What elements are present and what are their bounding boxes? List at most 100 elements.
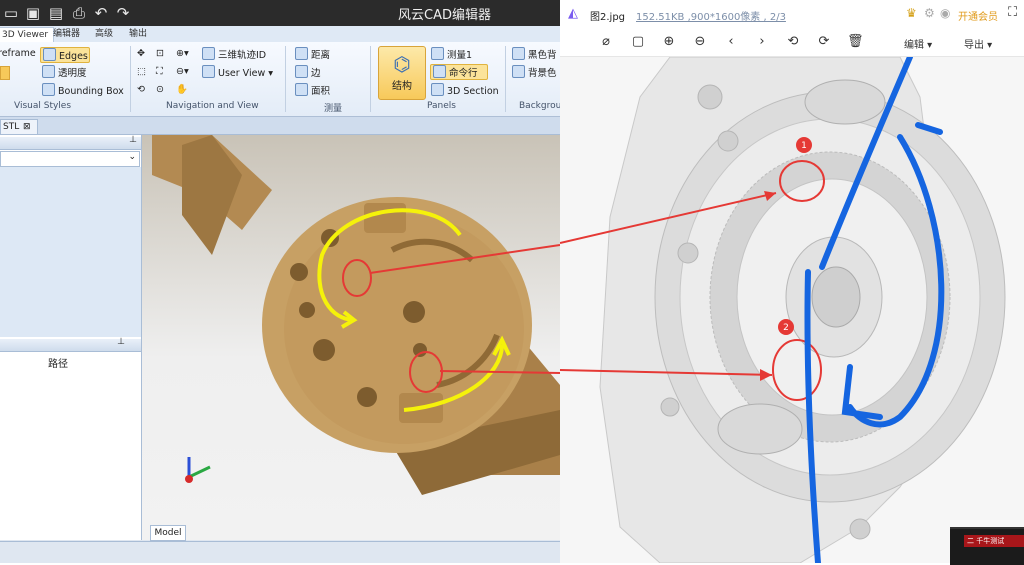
edges-icon xyxy=(43,48,56,61)
mouse-mode-icon[interactable]: ⌀ xyxy=(598,34,614,50)
tab-advanced[interactable]: 高级 xyxy=(90,27,118,41)
3d-section-label: 3D Section xyxy=(447,86,499,97)
zoom-in-dropdown[interactable]: ⊕▾ xyxy=(176,47,189,61)
orbit-label: 三维轨迹ID xyxy=(218,50,267,61)
distance-button[interactable]: 距离 xyxy=(295,47,330,63)
model-tab[interactable]: Model xyxy=(150,525,186,541)
edit-button[interactable]: 编辑 ▾ xyxy=(904,36,932,51)
save-as-icon[interactable]: ▤ xyxy=(47,4,65,22)
actual-size-icon[interactable]: ▢ xyxy=(630,34,646,50)
zoom-previous-icon[interactable]: ⊙ xyxy=(156,83,164,97)
transparency-button[interactable]: 透明度 xyxy=(42,65,87,81)
wireframe-button[interactable]: reframe xyxy=(0,47,36,61)
area-button[interactable]: 面积 xyxy=(295,83,330,99)
measure1-icon xyxy=(431,47,444,60)
3d-section-button[interactable]: 3D Section xyxy=(431,83,499,99)
ribbon-separator xyxy=(130,46,131,112)
open-vip-link[interactable]: 开通会员 xyxy=(958,8,998,23)
edges-label: Edges xyxy=(43,48,88,64)
properties-panel-header: ⊥ xyxy=(0,135,141,150)
transparency-label: 透明度 xyxy=(58,68,87,79)
export-button[interactable]: 导出 ▾ xyxy=(964,36,992,51)
transparency-icon xyxy=(42,65,55,78)
stl-tab-label: STL xyxy=(3,122,20,132)
rotate-right-icon[interactable]: ⟳ xyxy=(816,34,832,50)
black-background-button[interactable]: 黑色背 xyxy=(512,47,557,63)
group-label-measure: 测量 xyxy=(324,104,343,114)
ribbon-separator xyxy=(285,46,286,112)
pin-icon[interactable]: ⊥ xyxy=(117,337,125,347)
status-bar xyxy=(0,541,560,563)
vip-crown-icon: ♛ xyxy=(906,6,917,20)
cad-app-window: ▭ ▣ ▤ ⎙ ↶ ↷ 风云CAD编辑器 3D Viewer 编辑器 高级 输出… xyxy=(0,0,560,563)
gear-icon[interactable]: ⚙ xyxy=(924,6,935,20)
save-icon[interactable]: ▣ xyxy=(24,4,42,22)
measure1-button[interactable]: 测量1 xyxy=(431,47,472,63)
pan-icon[interactable]: ✥ xyxy=(137,47,145,61)
style-dropdown[interactable] xyxy=(0,66,10,80)
tab-editor[interactable]: 编辑器 xyxy=(48,27,85,41)
file-name: 图2.jpg xyxy=(590,12,626,23)
edge-label: 边 xyxy=(311,68,321,79)
edge-icon xyxy=(295,65,308,78)
fit-icon[interactable]: ⬚ xyxy=(137,65,146,79)
undo-icon[interactable]: ↶ xyxy=(92,4,110,22)
section-icon xyxy=(431,83,444,96)
print-icon[interactable]: ⎙ xyxy=(70,4,88,22)
mini-window-title: 二 千牛测试 xyxy=(964,535,1024,547)
axis-origin xyxy=(185,475,193,483)
structure-button[interactable]: ⌬ 结构 xyxy=(378,46,426,100)
rotate-icon[interactable]: ⟲ xyxy=(137,83,145,97)
pin-icon[interactable]: ⊥ xyxy=(129,135,137,145)
delete-icon[interactable]: 🗑 xyxy=(847,34,864,50)
chevron-down-icon: ⌄ xyxy=(128,152,136,162)
3d-viewport[interactable] xyxy=(142,135,560,540)
user-view-dropdown[interactable]: User View ▾ xyxy=(202,65,273,81)
zoom-out-icon[interactable]: ⊖ xyxy=(692,34,708,50)
model-spring-top xyxy=(364,203,406,233)
edge-button[interactable]: 边 xyxy=(295,65,321,81)
command-line-button[interactable]: 命令行 xyxy=(430,64,488,80)
distance-icon xyxy=(295,47,308,60)
object-selector[interactable]: ⌄ xyxy=(0,151,140,167)
taskbar-mini-window[interactable]: 二 千牛测试 xyxy=(950,527,1024,565)
zoom-window-icon[interactable]: ⊡ xyxy=(156,47,164,61)
tab-3d-viewer[interactable]: 3D Viewer xyxy=(0,27,55,42)
zoom-in-icon[interactable]: ⊕ xyxy=(661,34,677,50)
stl-document-tab[interactable]: STL ⊠ xyxy=(0,119,38,135)
bounding-box-icon xyxy=(42,83,55,96)
properties-area xyxy=(0,167,141,337)
bounding-box-button[interactable]: Bounding Box xyxy=(42,83,124,99)
path-column-header: 路径 xyxy=(48,359,68,370)
orbit-button[interactable]: 三维轨迹ID xyxy=(202,47,266,63)
command-line-inner: 命令行 xyxy=(433,65,478,81)
path-panel-header: ⊥ xyxy=(0,337,141,352)
fullscreen-icon[interactable]: ⛶ xyxy=(1008,5,1017,20)
ribbon: reframe Edges 透明度 Bounding Box Visual St… xyxy=(0,42,560,117)
group-label-visual-styles: Visual Styles xyxy=(14,101,72,111)
edit-label: 编辑 xyxy=(904,40,924,51)
axis-y xyxy=(188,465,211,479)
previous-icon[interactable]: ‹ xyxy=(723,34,739,50)
open-folder-icon[interactable]: ▭ xyxy=(2,4,20,22)
next-icon[interactable]: › xyxy=(754,34,770,50)
redo-icon[interactable]: ↷ xyxy=(114,4,132,22)
model-arm-side xyxy=(182,135,242,255)
edges-button[interactable]: Edges xyxy=(40,47,90,63)
image-canvas[interactable]: 1 2 xyxy=(560,57,1024,563)
file-info[interactable]: 152.51KB ,900*1600像素 , 2/3 xyxy=(636,8,786,23)
close-tab-icon[interactable]: ⊠ xyxy=(23,120,31,134)
background-color-button[interactable]: 背景色 xyxy=(512,65,557,81)
command-line-label: 命令行 xyxy=(449,68,478,79)
distance-label: 距离 xyxy=(311,50,331,61)
black-background-label: 黑色背 xyxy=(528,50,557,61)
orbit-icon xyxy=(202,47,215,60)
background-color-label: 背景色 xyxy=(528,68,557,79)
hand-icon[interactable]: ✋ xyxy=(176,83,188,97)
zoom-out-dropdown[interactable]: ⊖▾ xyxy=(176,65,189,79)
zoom-extents-icon[interactable]: ⛶ xyxy=(156,65,163,79)
info-icon[interactable]: ◉ xyxy=(940,6,950,20)
rotate-left-icon[interactable]: ⟲ xyxy=(785,34,801,50)
tab-output[interactable]: 输出 xyxy=(124,27,152,41)
edges-text: Edges xyxy=(59,51,88,62)
